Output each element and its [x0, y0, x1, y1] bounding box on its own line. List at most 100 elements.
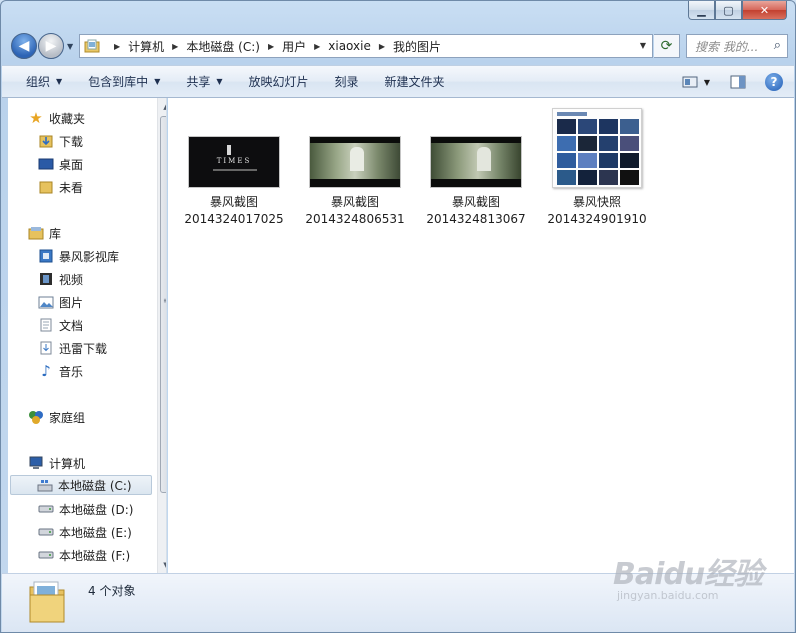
search-icon[interactable]: ⌕ — [774, 38, 781, 53]
chevron-down-icon: ▼ — [216, 77, 223, 86]
crumb-my-pictures[interactable]: 我的图片 — [393, 38, 441, 55]
file-item[interactable]: 暴风截图 2014324806531 — [295, 98, 415, 228]
chevron-right-icon[interactable]: ▶ — [268, 42, 274, 51]
film-icon — [38, 271, 54, 287]
chevron-right-icon[interactable]: ▶ — [114, 42, 120, 51]
refresh-icon: ⟳ — [660, 38, 673, 54]
file-item[interactable]: 暴风截图 2014324813067 — [416, 98, 536, 228]
nav-drive-f[interactable]: 本地磁盘 (F:) — [38, 545, 130, 565]
search-placeholder: 搜索 我的... — [695, 39, 759, 54]
chevron-right-icon[interactable]: ▶ — [172, 42, 178, 51]
address-bar[interactable]: ▶ 计算机 ▶ 本地磁盘 (C:) ▶ 用户 ▶ xiaoxie ▶ 我的图片 … — [79, 34, 653, 58]
share-menu[interactable]: 共享 ▼ — [173, 73, 235, 90]
watermark-logo: Baidu经验 — [613, 557, 763, 592]
file-name-line2: 2014324806531 — [305, 212, 405, 226]
nav-baofeng-library-label: 暴风影视库 — [59, 249, 120, 264]
nav-drive-f-label: 本地磁盘 (F:) — [59, 548, 131, 563]
file-name-line1: 暴风截图 — [330, 195, 379, 209]
download-document-icon — [38, 340, 54, 356]
file-name: 暴风截图 2014324806531 — [295, 194, 415, 228]
crumb-users[interactable]: 用户 — [282, 38, 306, 55]
pictures-folder-icon — [29, 581, 65, 623]
explorer-window: ▁ ▢ ✕ ◀ ▶ ▼ ▶ 计算机 ▶ 本地磁盘 (C:) ▶ 用户 ▶ xia… — [0, 0, 796, 633]
nav-homegroup-label: 家庭组 — [49, 410, 86, 425]
preview-pane-button[interactable] — [728, 73, 748, 91]
preview-pane-icon — [730, 75, 746, 89]
slideshow-button[interactable]: 放映幻灯片 — [236, 73, 322, 90]
burn-button[interactable]: 刻录 — [322, 73, 372, 90]
file-name-line1: 暴风快照 — [572, 195, 621, 209]
nav-videos[interactable]: 视频 — [38, 269, 83, 289]
toolbar-right: ▼ ? — [672, 73, 784, 91]
nav-drive-e[interactable]: 本地磁盘 (E:) — [38, 522, 132, 542]
nav-favorites-label: 收藏夹 — [49, 111, 86, 126]
chevron-down-icon: ▼ — [154, 77, 161, 86]
file-name: 暴风快照 2014324901910 — [537, 194, 657, 228]
nav-desktop[interactable]: 桌面 — [38, 154, 83, 174]
nav-xunlei[interactable]: 迅雷下载 — [38, 338, 107, 358]
recent-pages-dropdown[interactable]: ▼ — [67, 42, 73, 51]
nav-recent[interactable]: 未看 — [38, 177, 83, 197]
nav-libraries[interactable]: 库 — [28, 223, 61, 243]
nav-pictures[interactable]: 图片 — [38, 292, 83, 312]
refresh-button[interactable]: ⟳ — [654, 34, 680, 58]
star-icon: ★ — [29, 109, 43, 127]
system-drive-icon — [37, 477, 53, 493]
crumb-user[interactable]: xiaoxie — [328, 39, 371, 53]
minimize-button[interactable]: ▁ — [688, 1, 715, 20]
music-note-icon: ♪ — [41, 362, 51, 380]
nav-pictures-label: 图片 — [59, 295, 84, 310]
view-dropdown-icon[interactable]: ▼ — [702, 73, 712, 91]
file-name: 暴风截图 2014324017025 — [174, 194, 294, 228]
nav-drive-d[interactable]: 本地磁盘 (D:) — [38, 499, 133, 519]
maximize-button[interactable]: ▢ — [715, 1, 742, 20]
scrollbar-thumb[interactable]: ≡ — [160, 116, 166, 493]
command-bar: 组织 ▼ 包含到库中 ▼ 共享 ▼ 放映幻灯片 刻录 新建文件夹 ▼ ? — [2, 65, 794, 98]
crumb-computer[interactable]: 计算机 — [128, 38, 164, 55]
close-button[interactable]: ✕ — [742, 1, 787, 20]
change-view-button[interactable] — [680, 73, 700, 91]
forward-button[interactable]: ▶ — [38, 33, 64, 59]
scroll-down-arrow-icon[interactable]: ▼ — [158, 556, 166, 573]
nav-baofeng-library[interactable]: 暴风影视库 — [38, 246, 119, 266]
nav-documents[interactable]: 文档 — [38, 315, 83, 335]
drive-icon — [38, 501, 54, 517]
nav-favorites[interactable]: ★ 收藏夹 — [28, 108, 85, 128]
grip-icon: ≡ — [163, 297, 166, 305]
navpane-scrollbar[interactable]: ▲ ≡ ▼ — [157, 98, 166, 573]
file-item[interactable]: TIMES 暴风截图 2014324017025 — [174, 98, 294, 228]
chevron-right-icon[interactable]: ▶ — [379, 42, 385, 51]
address-dropdown-icon[interactable]: ▼ — [640, 41, 646, 50]
nav-computer[interactable]: 计算机 — [28, 453, 85, 473]
file-name-line1: 暴风截图 — [209, 195, 258, 209]
nav-drive-d-label: 本地磁盘 (D:) — [59, 502, 134, 517]
nav-computer-label: 计算机 — [49, 456, 86, 471]
downloads-folder-icon — [38, 133, 54, 149]
new-folder-button[interactable]: 新建文件夹 — [372, 73, 458, 90]
search-input[interactable]: 搜索 我的... ⌕ — [686, 34, 788, 58]
help-button[interactable]: ? — [764, 73, 784, 91]
organize-label: 组织 — [26, 75, 51, 89]
nav-homegroup[interactable]: 家庭组 — [28, 407, 85, 427]
nav-drive-c-label: 本地磁盘 (C:) — [58, 478, 132, 493]
organize-menu[interactable]: 组织 ▼ — [2, 73, 75, 90]
document-icon — [38, 317, 54, 333]
nav-videos-label: 视频 — [59, 272, 84, 287]
scroll-up-arrow-icon[interactable]: ▲ — [158, 98, 166, 115]
include-in-library-menu[interactable]: 包含到库中 ▼ — [75, 73, 173, 90]
navigation-pane: ★ 收藏夹 下载 桌面 未看 库 暴风影视库 视频 图片 文档 迅雷下载 ♪ 音… — [8, 98, 167, 573]
back-button[interactable]: ◀ — [11, 33, 37, 59]
file-item[interactable]: 暴风快照 2014324901910 — [537, 98, 657, 228]
nav-downloads[interactable]: 下载 — [38, 131, 83, 151]
drive-icon — [38, 547, 54, 563]
share-label: 共享 — [186, 75, 211, 89]
include-in-library-label: 包含到库中 — [88, 75, 149, 89]
file-list: TIMES 暴风截图 2014324017025 暴风截图 2014324806… — [168, 98, 794, 573]
chevron-right-icon[interactable]: ▶ — [314, 42, 320, 51]
crumb-drive-c[interactable]: 本地磁盘 (C:) — [186, 38, 260, 55]
nav-drive-c[interactable]: 本地磁盘 (C:) — [10, 475, 152, 495]
nav-libraries-label: 库 — [49, 226, 62, 241]
desktop-icon — [38, 156, 54, 172]
nav-music[interactable]: ♪ 音乐 — [38, 361, 83, 381]
file-name-line2: 2014324813067 — [426, 212, 526, 226]
